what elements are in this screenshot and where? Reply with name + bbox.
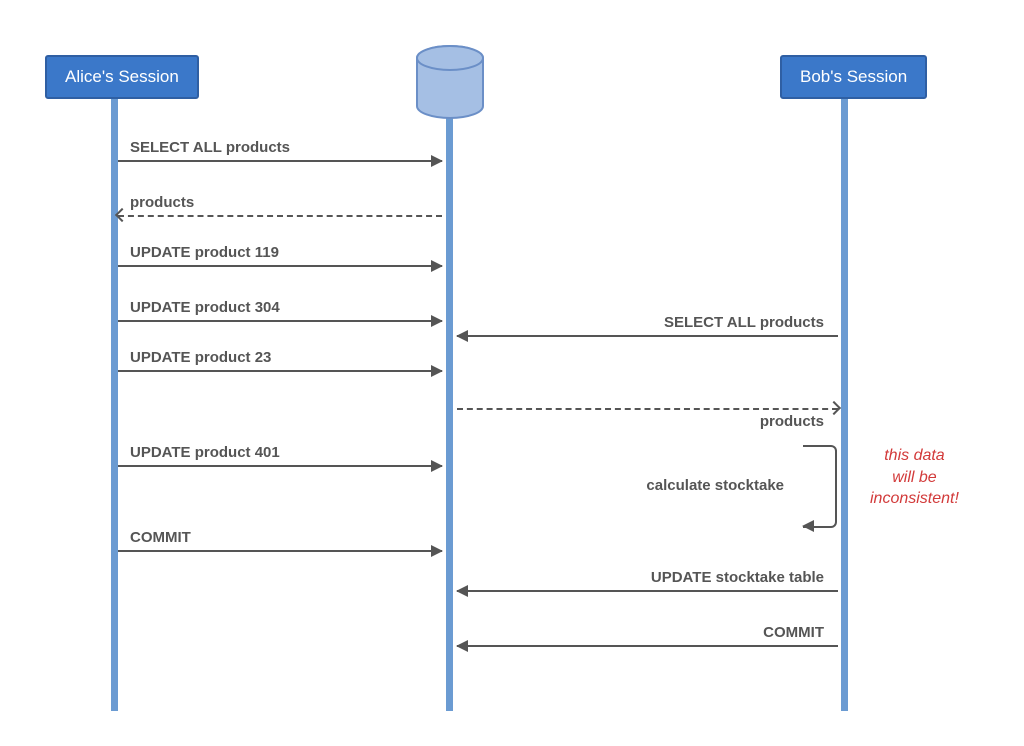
msg-select-all-bob — [457, 335, 838, 336]
actor-alice-label: Alice's Session — [65, 67, 179, 86]
msg-label-m2: products — [130, 194, 194, 211]
msg-update-401 — [118, 465, 442, 466]
msg-label-m3: UPDATE product 119 — [130, 244, 279, 261]
database-icon — [415, 106, 485, 123]
msg-update-23 — [118, 370, 442, 371]
msg-commit-alice — [118, 550, 442, 551]
lifeline-bob — [841, 90, 848, 711]
lifeline-alice — [111, 90, 118, 711]
msg-label-m11: UPDATE stocktake table — [651, 569, 824, 586]
msg-label-m8: UPDATE product 401 — [130, 444, 280, 461]
msg-update-stocktake — [457, 590, 838, 591]
msg-label-m9: calculate stocktake — [646, 477, 784, 494]
msg-select-all-alice — [118, 160, 442, 161]
msg-calculate-stocktake — [803, 445, 837, 528]
annotation-line-2: will be — [892, 469, 936, 486]
actor-bob-label: Bob's Session — [800, 67, 907, 86]
actor-db — [415, 45, 485, 119]
msg-label-m4: UPDATE product 304 — [130, 299, 280, 316]
annotation-line-3: inconsistent! — [870, 490, 959, 507]
lifeline-db — [446, 90, 453, 711]
msg-update-304 — [118, 320, 442, 321]
msg-label-m1: SELECT ALL products — [130, 139, 290, 156]
msg-products-return-alice — [118, 215, 442, 216]
msg-label-m10: COMMIT — [130, 529, 191, 546]
msg-products-return-bob — [457, 408, 838, 409]
msg-update-119 — [118, 265, 442, 266]
annotation-line-1: this data — [884, 447, 944, 464]
msg-commit-bob — [457, 645, 838, 646]
actor-bob: Bob's Session — [780, 55, 927, 99]
msg-label-m12: COMMIT — [763, 624, 824, 641]
msg-label-m5: SELECT ALL products — [664, 314, 824, 331]
annotation-inconsistent: this data will be inconsistent! — [870, 445, 959, 510]
msg-label-m6: UPDATE product 23 — [130, 349, 271, 366]
msg-label-m7: products — [760, 413, 824, 430]
actor-alice: Alice's Session — [45, 55, 199, 99]
